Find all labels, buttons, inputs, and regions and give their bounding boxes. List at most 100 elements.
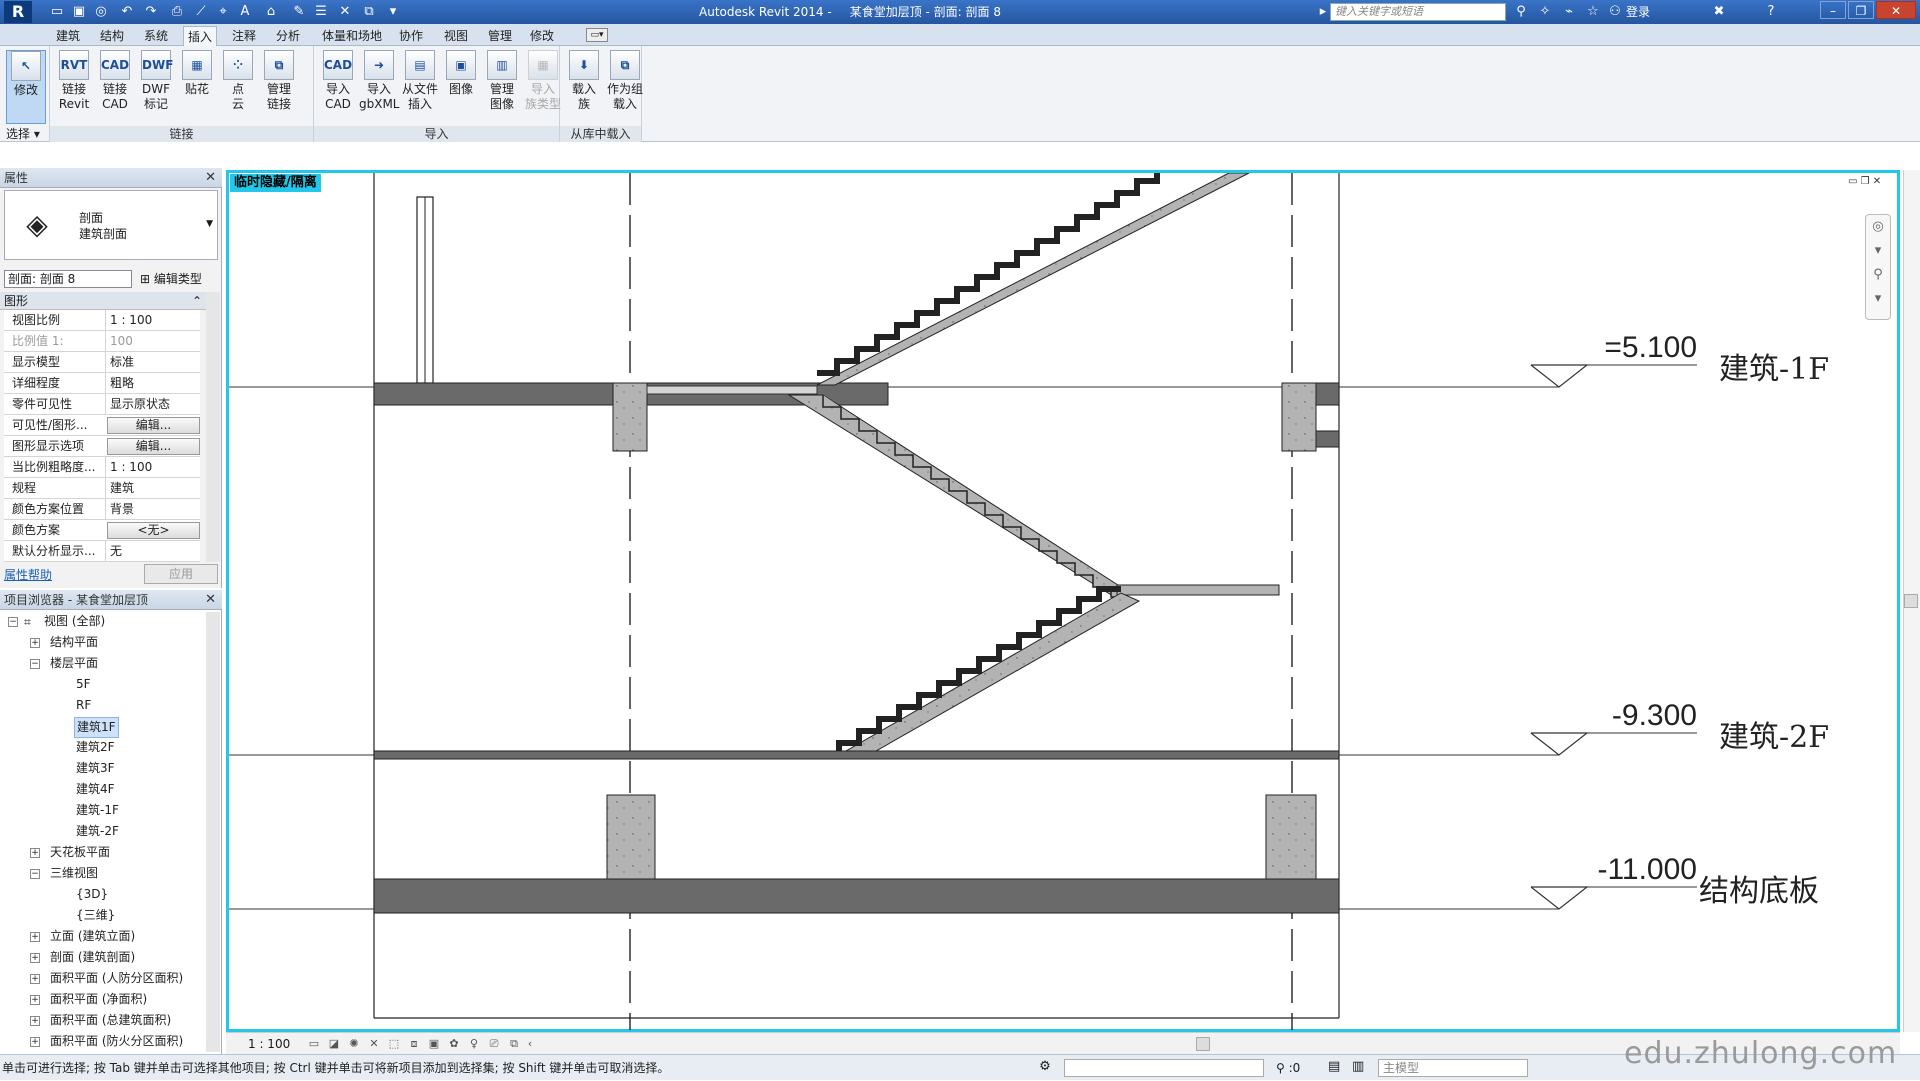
tree-item[interactable]: 建筑-1F [0, 801, 206, 822]
tab-9[interactable]: 管理 [484, 26, 516, 46]
expand-icon[interactable]: + [30, 848, 40, 858]
ribbon-button-1-3[interactable]: ▣ 图像 [441, 50, 481, 124]
tab-8[interactable]: 视图 [440, 26, 472, 46]
expand-icon[interactable]: + [30, 953, 40, 963]
tree-item[interactable]: + 面积平面 (净面积) [0, 990, 206, 1011]
expand-icon[interactable]: + [30, 1016, 40, 1026]
collapse-icon[interactable]: − [30, 659, 40, 669]
ribbon-button-1-2[interactable]: ▤ 从文件 插入 [400, 50, 440, 124]
collapse-icon[interactable]: − [30, 869, 40, 879]
undo-icon[interactable]: ↶ [118, 3, 136, 21]
revit-logo-icon[interactable]: R [4, 1, 32, 23]
expand-icon[interactable]: + [30, 1037, 40, 1047]
property-value[interactable]: 1 : 100 [105, 457, 200, 478]
favorites-icon[interactable]: ☆ [1584, 3, 1602, 21]
tab-7[interactable]: 协作 [395, 26, 427, 46]
section-icon[interactable]: ✎ [290, 3, 308, 21]
section-drawing[interactable]: =5.100 建筑-1F -9.300 建筑-2F -11.000结构底板 [229, 173, 1899, 1030]
tree-item[interactable]: + 结构平面 [0, 633, 206, 654]
save-icon[interactable]: ▣ [70, 3, 88, 21]
chevron-down-icon[interactable]: ▾ [1866, 287, 1890, 311]
subscription-icon[interactable]: ✧ [1536, 3, 1554, 21]
tag-icon[interactable]: A [236, 3, 254, 21]
view-scale[interactable]: 1 : 100 [248, 1033, 290, 1055]
property-value[interactable]: 100 [105, 331, 200, 352]
navigation-bar[interactable]: ◎ ▾ ⚲ ▾ [1865, 214, 1891, 320]
ribbon-button-0-2[interactable]: DWF DWF 标记 [136, 50, 176, 124]
level-head-icon[interactable] [1530, 364, 1589, 388]
ribbon-button-0-0[interactable]: RVT 链接 Revit [54, 50, 94, 124]
property-value[interactable]: 标准 [105, 352, 200, 373]
detail-level-icon[interactable]: ▭ [306, 1036, 322, 1052]
qat-dropdown-icon[interactable]: ▾ [384, 3, 402, 21]
tree-item[interactable]: + 面积平面 (防火分区面积) [0, 1032, 206, 1053]
level-elevation[interactable]: -11.000 [1597, 853, 1697, 886]
view-window-controls[interactable]: ▭ ❐ ✕ [1848, 176, 1888, 190]
ribbon-button-0-3[interactable]: ▦ 贴花 [177, 50, 217, 124]
apply-button[interactable]: 应用 [144, 564, 218, 584]
highlight-icon[interactable]: ⧉ [506, 1036, 522, 1052]
tree-item[interactable]: 5F [0, 675, 206, 696]
crop-view-icon[interactable]: ⬚ [386, 1036, 402, 1052]
graphics-group-header[interactable]: 图形 ⌃ [0, 292, 206, 310]
chevron-down-icon[interactable]: ▾ [1866, 239, 1890, 263]
close-hidden-icon[interactable]: ✕ [336, 3, 354, 21]
level-name[interactable]: 结构底板 [1699, 874, 1819, 909]
level-elevation[interactable]: -9.300 [1612, 699, 1697, 732]
search-input[interactable]: 键入关键字或短语 [1330, 3, 1506, 21]
analytical-model-icon[interactable]: ⎚ [486, 1036, 502, 1052]
reveal-hidden-icon[interactable]: ♀ [466, 1036, 482, 1052]
expand-icon[interactable]: + [30, 974, 40, 984]
property-value[interactable]: 显示原状态 [105, 394, 200, 415]
properties-help-link[interactable]: 属性帮助 [4, 566, 52, 583]
switch-windows-icon[interactable]: ⧉ [360, 3, 378, 21]
workset-select[interactable] [1064, 1059, 1264, 1077]
tree-item[interactable]: 建筑4F [0, 780, 206, 801]
exchange-icon[interactable]: ✖ [1710, 3, 1728, 21]
tree-item[interactable]: − ⌗ 视图 (全部) [0, 612, 206, 633]
measure-icon[interactable]: ⟋ [192, 3, 210, 21]
tree-item[interactable]: + 剖面 (建筑剖面) [0, 948, 206, 969]
shadows-icon[interactable]: ✕ [366, 1036, 382, 1052]
user-icon[interactable]: ⚇ [1606, 3, 1624, 21]
browser-scrollbar[interactable] [206, 612, 220, 1052]
ribbon-button-1-1[interactable]: ➜ 导入 gbXML [359, 50, 400, 124]
ribbon-button-0-1[interactable]: CAD 链接 CAD [95, 50, 135, 124]
horizontal-scroll-thumb[interactable] [1196, 1037, 1210, 1051]
help-icon[interactable]: ? [1762, 3, 1780, 21]
close-button[interactable]: ✕ [1876, 1, 1916, 19]
level-head-icon[interactable] [1530, 732, 1589, 756]
level-head-icon[interactable] [1530, 886, 1589, 910]
properties-scrollbar[interactable] [206, 292, 220, 562]
tab-3[interactable]: 插入 [183, 26, 218, 46]
tree-item[interactable]: 建筑3F [0, 759, 206, 780]
login-link[interactable]: 登录 [1626, 0, 1650, 24]
expand-icon[interactable]: + [30, 638, 40, 648]
tab-5[interactable]: 分析 [272, 26, 304, 46]
design-option-select[interactable]: 主模型 [1378, 1059, 1528, 1077]
dimension-icon[interactable]: ⌖ [214, 3, 232, 21]
tree-item[interactable]: + 面积平面 (人防分区面积) [0, 969, 206, 990]
design-options-icon[interactable]: ▥ [1352, 1059, 1364, 1074]
temporary-hide-icon[interactable]: ✿ [446, 1036, 462, 1052]
tree-item[interactable]: − 楼层平面 [0, 654, 206, 675]
level-name[interactable]: 建筑-2F [1719, 720, 1829, 755]
tree-item[interactable]: − 三维视图 [0, 864, 206, 885]
sun-path-icon[interactable]: ✺ [346, 1036, 362, 1052]
unlock-3d-icon[interactable]: ▣ [426, 1036, 442, 1052]
tree-item[interactable]: RF [0, 696, 206, 717]
thin-lines-icon[interactable]: ☰ [312, 3, 330, 21]
tab-2[interactable]: 系统 [140, 26, 172, 46]
tab-10[interactable]: 修改 [526, 26, 558, 46]
ribbon-minimize-icon[interactable]: ▭▾ [586, 28, 608, 42]
vertical-scroll-thumb[interactable] [1904, 594, 1918, 608]
ribbon-button-0-4[interactable]: ⁘ 点 云 [218, 50, 258, 124]
modify-button[interactable]: ↖ 修改 [6, 50, 46, 124]
ribbon-button-1-4[interactable]: ▥ 管理 图像 [482, 50, 522, 124]
binoculars-icon[interactable]: ⚲ [1512, 3, 1530, 21]
level-elevation[interactable]: =5.100 [1604, 331, 1697, 364]
tree-item[interactable]: {三维} [0, 906, 206, 927]
ribbon-button-1-5[interactable]: ▦ 导入 族类型 [523, 50, 563, 124]
property-value[interactable]: 粗略 [105, 373, 200, 394]
select-dropdown[interactable]: 选择 ▾ [6, 126, 40, 142]
